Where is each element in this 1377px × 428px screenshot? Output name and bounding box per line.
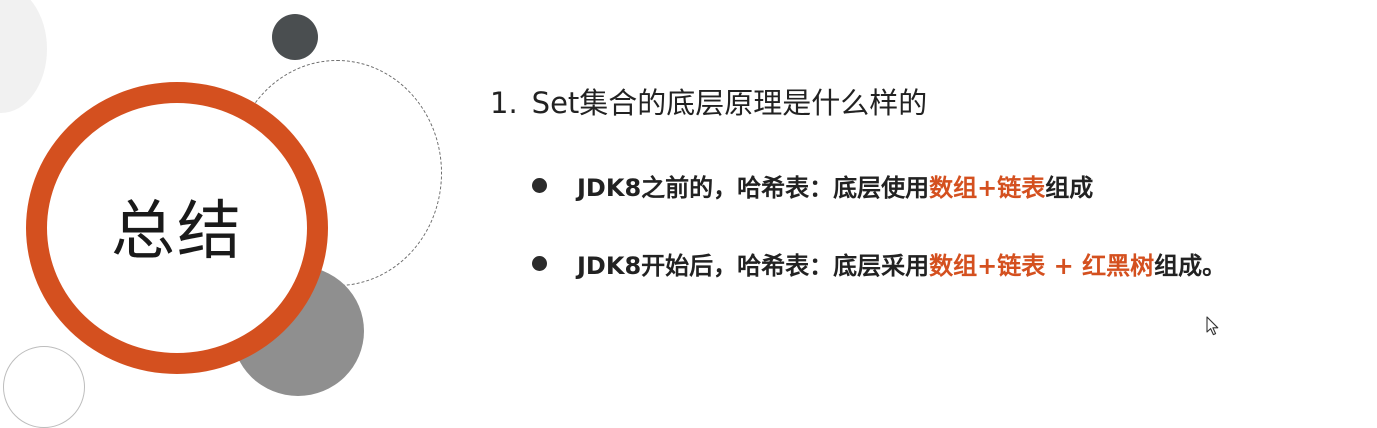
background-blob bbox=[0, 0, 47, 113]
bullet-highlight: 数组+链表 + 红黑树 bbox=[929, 252, 1155, 280]
bullet-item: JDK8之前的，哈希表：底层使用数组+链表组成 bbox=[532, 168, 1093, 203]
mouse-pointer-icon bbox=[1206, 316, 1219, 336]
slide-content: 1. Set集合的底层原理是什么样的 JDK8之前的，哈希表：底层使用数组+链表… bbox=[490, 80, 1226, 280]
dark-circle-decoration bbox=[272, 14, 318, 60]
bullet-prefix: JDK8开始后，哈希表：底层采用 bbox=[577, 252, 930, 280]
heading-number: 1. bbox=[490, 86, 518, 120]
bullet-prefix: JDK8之前的，哈希表：底层使用 bbox=[577, 174, 930, 202]
bullet-text: JDK8之前的，哈希表：底层使用数组+链表组成 bbox=[577, 168, 1093, 203]
summary-badge: 总结 bbox=[26, 82, 328, 374]
summary-title: 总结 bbox=[111, 195, 243, 269]
thin-ring-decoration bbox=[3, 346, 85, 428]
bullet-dot-icon bbox=[532, 178, 547, 193]
bullet-item: JDK8开始后，哈希表：底层采用数组+链表 + 红黑树组成。 bbox=[532, 246, 1226, 281]
bullet-highlight: 数组+链表 bbox=[929, 174, 1046, 202]
heading-text: Set集合的底层原理是什么样的 bbox=[531, 86, 928, 120]
bullet-suffix: 组成 bbox=[1045, 174, 1094, 202]
bullet-dot-icon bbox=[532, 256, 547, 271]
bullet-suffix: 组成。 bbox=[1154, 252, 1227, 280]
slide-heading: 1. Set集合的底层原理是什么样的 bbox=[490, 80, 927, 122]
bullet-text: JDK8开始后，哈希表：底层采用数组+链表 + 红黑树组成。 bbox=[577, 246, 1226, 281]
